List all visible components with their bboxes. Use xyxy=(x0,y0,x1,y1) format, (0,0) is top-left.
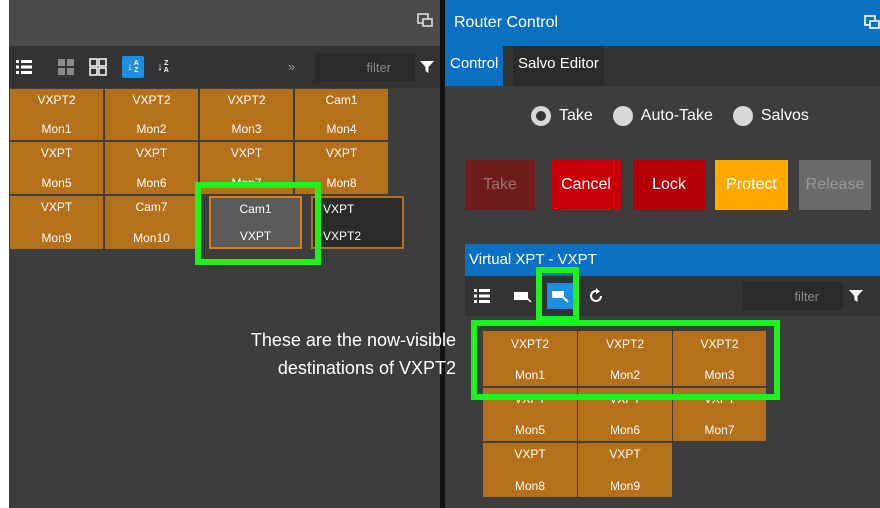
undock-icon[interactable] xyxy=(864,14,880,30)
router-control-panel: Router Control Control Salvo Editor Take… xyxy=(445,0,880,508)
tile-mon10[interactable]: Cam7 Mon10 xyxy=(105,196,198,249)
filter-input[interactable]: filter xyxy=(315,53,415,81)
protect-button[interactable]: Protect xyxy=(715,160,788,210)
tile-destination: Mon9 xyxy=(609,479,641,493)
show-sources-icon[interactable] xyxy=(511,285,533,307)
tile-destination: Mon6 xyxy=(136,176,167,190)
list-view-icon[interactable] xyxy=(471,285,493,307)
tile-source: VXPT xyxy=(323,202,355,216)
tile-source: VXPT2 xyxy=(37,93,76,107)
tile-source: VXPT xyxy=(40,146,73,160)
release-button[interactable]: Release xyxy=(799,160,871,210)
virtual-tile-mon9[interactable]: VXPT Mon9 xyxy=(578,443,672,497)
tab-salvo-editor[interactable]: Salvo Editor xyxy=(513,46,604,86)
chevron-right-icon[interactable]: » xyxy=(288,59,295,74)
tile-source: VXPT2 xyxy=(227,93,266,107)
annotation-line-1: These are the now-visible xyxy=(250,330,456,350)
sort-ascending-icon[interactable]: ↓ A Z xyxy=(122,56,144,78)
highlight-box-destinations-button xyxy=(536,267,579,322)
router-tabs: Control Salvo Editor xyxy=(445,46,880,86)
lock-button[interactable]: Lock xyxy=(633,160,705,210)
radio-unselected-icon xyxy=(612,106,633,126)
tile-destination: Mon6 xyxy=(609,423,641,437)
tile-destination: Mon8 xyxy=(514,479,546,493)
tile-destination: Mon9 xyxy=(41,231,72,245)
radio-take[interactable]: Take xyxy=(531,106,593,126)
tile-destination: Mon5 xyxy=(514,423,546,437)
tile-mon3[interactable]: VXPT2 Mon3 xyxy=(200,89,293,140)
router-control-title: Router Control xyxy=(454,14,559,31)
radio-salvos-label: Salvos xyxy=(760,107,809,124)
small-grid-icon[interactable] xyxy=(87,56,109,78)
virtual-filter-input[interactable]: filter xyxy=(743,282,843,310)
tile-source: Cam1 xyxy=(325,93,358,107)
virtual-xpt-title: Virtual XPT - VXPT xyxy=(465,244,880,276)
cancel-button[interactable]: Cancel xyxy=(551,160,621,210)
tile-source: VXPT xyxy=(514,447,546,461)
tile-source: Cam7 xyxy=(135,200,168,214)
radio-take-label: Take xyxy=(559,107,593,124)
filter-icon[interactable] xyxy=(420,60,434,74)
tab-control[interactable]: Control xyxy=(445,46,504,86)
tile-destination: Mon3 xyxy=(231,122,262,136)
tile-destination: Mon1 xyxy=(41,122,72,136)
tile-destination: Mon2 xyxy=(136,122,167,136)
tile-mon4[interactable]: Cam1 Mon4 xyxy=(295,89,388,140)
radio-salvos[interactable]: Salvos xyxy=(732,106,809,126)
tile-mon2[interactable]: VXPT2 Mon2 xyxy=(105,89,198,140)
annotation-line-2: destinations of VXPT2 xyxy=(277,358,456,378)
tile-source: VXPT xyxy=(135,146,168,160)
virtual-xpt-toolbar: filter xyxy=(465,276,880,316)
tile-source: VXPT xyxy=(609,447,641,461)
tile-mon1[interactable]: VXPT2 Mon1 xyxy=(10,89,103,140)
highlight-box-vxpt-tile xyxy=(195,182,321,265)
tile-mon6[interactable]: VXPT Mon6 xyxy=(105,142,198,194)
radio-unselected-icon xyxy=(732,106,753,126)
sort-descending-icon[interactable]: ↓ Z A xyxy=(152,56,174,78)
virtual-tile-mon8[interactable]: VXPT Mon8 xyxy=(483,443,577,497)
left-panel: ↓ A Z ↓ Z A » filter VXPT2 Mon1 VXPT2 Mon2 V… xyxy=(9,0,440,508)
radio-auto-take-label: Auto-Take xyxy=(640,107,713,124)
filter-icon[interactable] xyxy=(849,289,863,303)
tile-source: VXPT xyxy=(40,200,73,214)
tile-vxpt2[interactable]: VXPT VXPT2 xyxy=(311,196,404,249)
tile-mon5[interactable]: VXPT Mon5 xyxy=(10,142,103,194)
radio-selected-icon xyxy=(531,106,551,126)
router-control-titlebar: Router Control xyxy=(445,0,880,46)
highlight-box-vxpt2-destinations xyxy=(471,320,780,400)
take-button[interactable]: Take xyxy=(465,160,535,210)
mode-radio-group: Take Auto-Take Salvos xyxy=(531,104,829,128)
tile-source: VXPT xyxy=(325,146,358,160)
tile-destination: Mon10 xyxy=(133,231,170,245)
list-view-icon[interactable] xyxy=(13,56,35,78)
tile-source: VXPT xyxy=(230,146,263,160)
annotation-text: These are the now-visible destinations o… xyxy=(160,326,456,382)
left-toolbar: ↓ A Z ↓ Z A » filter xyxy=(9,46,440,88)
radio-auto-take[interactable]: Auto-Take xyxy=(612,106,713,126)
tile-destination: Mon4 xyxy=(326,122,357,136)
tile-destination: Mon7 xyxy=(704,423,735,437)
undock-icon[interactable] xyxy=(417,12,433,28)
tile-destination: VXPT2 xyxy=(323,229,362,243)
large-grid-icon[interactable] xyxy=(55,56,77,78)
tile-mon9[interactable]: VXPT Mon9 xyxy=(10,196,103,249)
left-panel-titlebar xyxy=(9,0,440,46)
tile-destination: Mon5 xyxy=(41,176,72,190)
tile-source: VXPT2 xyxy=(132,93,171,107)
refresh-icon[interactable] xyxy=(585,285,607,307)
